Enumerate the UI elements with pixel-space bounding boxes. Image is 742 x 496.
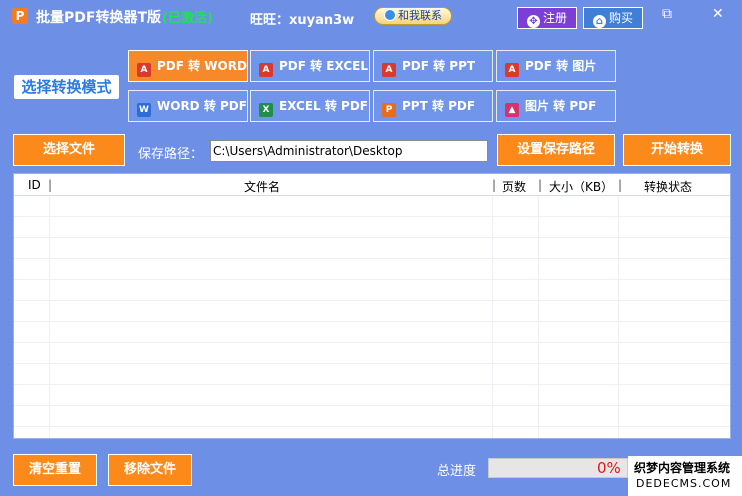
- pdf-icon: A: [505, 63, 519, 77]
- contact-label: 旺旺：xuyan3w: [250, 13, 355, 28]
- excel-icon: X: [259, 103, 273, 117]
- mode-button-label: PDF 转 图片: [525, 59, 597, 73]
- table-row: [14, 385, 730, 406]
- cart-icon: ⌂: [592, 15, 606, 28]
- buy-button[interactable]: ⌂ 购买: [583, 7, 643, 29]
- column-divider: |: [48, 178, 53, 192]
- column-header-status[interactable]: 转换状态: [644, 178, 692, 195]
- table-row: [14, 280, 730, 301]
- mode-button-label: PDF 转 WORD: [157, 59, 247, 73]
- register-icon: ✥: [526, 15, 540, 28]
- edition-badge: (已激活): [162, 11, 213, 26]
- register-button[interactable]: ✥ 注册: [517, 7, 577, 29]
- table-row: [14, 217, 730, 238]
- select-file-button[interactable]: 选择文件: [13, 134, 125, 166]
- mode-image-to-pdf-button[interactable]: ▲ 图片 转 PDF: [496, 90, 616, 122]
- mode-pdf-to-word-button[interactable]: A PDF 转 WORD: [128, 50, 248, 82]
- contact-button[interactable]: 和我联系: [374, 7, 452, 25]
- table-row: [14, 322, 730, 343]
- column-header-filename[interactable]: 文件名: [244, 178, 280, 195]
- ppt-icon: P: [382, 103, 396, 117]
- column-header-size[interactable]: 大小（KB）: [549, 178, 613, 195]
- mode-button-label: EXCEL 转 PDF: [279, 99, 368, 113]
- mode-word-to-pdf-button[interactable]: W WORD 转 PDF: [128, 90, 248, 122]
- mode-label: 选择转换模式: [14, 75, 119, 99]
- contact-button-label: 和我联系: [398, 9, 442, 22]
- save-path-label: 保存路径：: [138, 147, 204, 162]
- restore-icon[interactable]: ⧉: [662, 6, 672, 22]
- mode-button-label: PDF 转 PPT: [402, 59, 476, 73]
- app-title: 批量PDF转换器T版: [36, 10, 161, 26]
- watermark-url: DEDECMS.COM: [636, 477, 732, 490]
- save-path-input[interactable]: C:\Users\Administrator\Desktop: [210, 140, 488, 162]
- mode-ppt-to-pdf-button[interactable]: P PPT 转 PDF: [373, 90, 493, 122]
- column-divider: |: [492, 178, 497, 192]
- mode-excel-to-pdf-button[interactable]: X EXCEL 转 PDF: [250, 90, 370, 122]
- mode-pdf-to-excel-button[interactable]: A PDF 转 EXCEL: [250, 50, 370, 82]
- column-divider: |: [538, 178, 543, 192]
- table-row: [14, 196, 730, 217]
- set-save-path-button[interactable]: 设置保存路径: [497, 134, 615, 166]
- mode-button-label: 图片 转 PDF: [525, 99, 597, 113]
- table-row: [14, 343, 730, 364]
- table-header: ID | 文件名 | 页数 | 大小（KB） | 转换状态: [14, 174, 730, 196]
- mode-pdf-to-image-button[interactable]: A PDF 转 图片: [496, 50, 616, 82]
- progress-label: 总进度: [437, 464, 477, 479]
- pdf-icon: A: [259, 63, 273, 77]
- clear-reset-button[interactable]: 清空重置: [13, 454, 97, 486]
- watermark: 织梦内容管理系统 DEDECMS.COM: [628, 456, 742, 496]
- column-header-pages[interactable]: 页数: [502, 178, 526, 195]
- mode-pdf-to-ppt-button[interactable]: A PDF 转 PPT: [373, 50, 493, 82]
- start-convert-button[interactable]: 开始转换: [623, 134, 731, 166]
- pdf-icon: A: [137, 63, 151, 77]
- table-row: [14, 238, 730, 259]
- pdf-icon: A: [382, 63, 396, 77]
- word-icon: W: [137, 103, 151, 117]
- register-button-label: 注册: [542, 11, 567, 25]
- table-row: [14, 406, 730, 427]
- remove-file-button[interactable]: 移除文件: [108, 454, 192, 486]
- chat-icon: [384, 9, 396, 21]
- progress-percent: 0%: [597, 459, 621, 477]
- table-row: [14, 259, 730, 280]
- buy-button-label: 购买: [608, 11, 633, 25]
- table-row: [14, 301, 730, 322]
- table-row: [14, 364, 730, 385]
- app-logo-icon: P: [12, 8, 28, 24]
- watermark-title: 织梦内容管理系统: [634, 461, 731, 475]
- mode-button-label: WORD 转 PDF: [157, 99, 247, 113]
- column-header-id[interactable]: ID: [28, 178, 41, 192]
- image-icon: ▲: [505, 103, 519, 117]
- mode-button-label: PPT 转 PDF: [402, 99, 476, 113]
- close-icon[interactable]: ✕: [712, 6, 724, 22]
- mode-button-label: PDF 转 EXCEL: [279, 59, 368, 73]
- file-table[interactable]: ID | 文件名 | 页数 | 大小（KB） | 转换状态: [13, 173, 731, 439]
- column-divider: |: [618, 178, 623, 192]
